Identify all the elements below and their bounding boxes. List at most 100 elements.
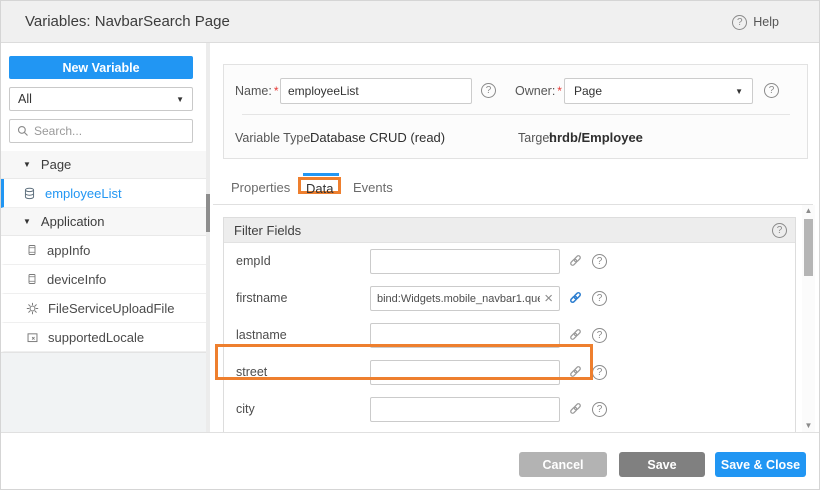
sidebar-scrollbar-track[interactable]	[206, 43, 210, 432]
content-scrollbar[interactable]: ▲ ▼	[802, 205, 815, 432]
owner-help-icon[interactable]: ?	[764, 83, 779, 98]
scrollbar-thumb[interactable]	[804, 219, 813, 276]
tab-data[interactable]: Data	[303, 171, 339, 205]
save-and-close-button[interactable]: Save & Close	[715, 452, 806, 477]
variable-filter-select[interactable]: All ▼	[9, 87, 193, 111]
bind-link-icon[interactable]	[568, 253, 584, 269]
help-label: Help	[753, 15, 779, 29]
filter-fields-header: Filter Fields ?	[224, 218, 795, 243]
search-icon	[17, 125, 29, 137]
search-input[interactable]	[34, 124, 185, 138]
filter-field-input[interactable]	[370, 397, 560, 422]
filter-field-input[interactable]	[370, 360, 560, 385]
filter-field-label: lastname	[236, 317, 287, 354]
active-tab-indicator	[303, 173, 339, 176]
required-asterisk: *	[557, 84, 562, 98]
field-help-icon[interactable]: ?	[592, 402, 607, 417]
help-button[interactable]: ? Help	[732, 1, 779, 43]
locale-icon	[26, 331, 39, 344]
bind-link-icon[interactable]	[568, 364, 584, 380]
required-asterisk: *	[274, 84, 279, 98]
variables-dialog: Variables: NavbarSearch Page ? Help New …	[0, 0, 820, 490]
scroll-up-icon[interactable]: ▲	[802, 205, 815, 217]
sidebar-scrollbar-thumb[interactable]	[206, 194, 210, 232]
tab-properties[interactable]: Properties	[231, 171, 290, 205]
caret-down-icon: ▼	[23, 217, 31, 226]
field-help-icon[interactable]: ?	[592, 254, 607, 269]
filter-field-label: street	[236, 354, 267, 391]
tree-item-label: supportedLocale	[48, 330, 144, 345]
save-button[interactable]: Save	[619, 452, 705, 477]
divider	[242, 114, 790, 115]
bind-expression-value: bind:Widgets.mobile_navbar1.query	[377, 293, 540, 305]
filter-field-input[interactable]	[370, 323, 560, 348]
filter-fields-help-icon[interactable]: ?	[772, 223, 787, 238]
tree-item-label: FileServiceUploadFile	[48, 301, 174, 316]
filter-fields-title: Filter Fields	[234, 223, 301, 238]
tab-bar: Properties Data Events	[213, 171, 813, 205]
filter-field-label: empId	[236, 243, 271, 280]
tree-item-appinfo[interactable]: appInfo	[1, 236, 206, 265]
data-tab-highlight-box: Data	[298, 177, 341, 194]
tree-group-label: Page	[41, 157, 71, 172]
filter-row-city: city ?	[224, 391, 795, 428]
filter-field-input[interactable]	[370, 249, 560, 274]
filter-field-label: firstname	[236, 280, 287, 317]
dialog-footer: Cancel Save Save & Close	[1, 432, 820, 490]
owner-label: Owner:*	[515, 78, 562, 104]
filter-row-firstname: firstname bind:Widgets.mobile_navbar1.qu…	[224, 280, 795, 317]
variable-type-label: Variable Type:	[235, 125, 314, 151]
tree-item-label: deviceInfo	[47, 272, 106, 287]
name-label: Name:*	[235, 78, 279, 104]
variable-type-value: Database CRUD (read)	[310, 125, 445, 151]
new-variable-button[interactable]: New Variable	[9, 56, 193, 79]
filter-fields-panel: Filter Fields ? empId ? firstname bind:W…	[223, 217, 796, 432]
owner-select-value: Page	[574, 84, 602, 98]
owner-select[interactable]: Page ▼	[564, 78, 753, 104]
dialog-title: Variables: NavbarSearch Page	[25, 1, 230, 43]
scroll-down-icon[interactable]: ▼	[802, 420, 815, 432]
device-icon	[26, 244, 38, 256]
filter-row-empid: empId ?	[224, 243, 795, 280]
bind-link-icon[interactable]	[568, 401, 584, 417]
field-help-icon[interactable]: ?	[592, 291, 607, 306]
filter-select-value: All	[18, 92, 32, 106]
tree-item-label: appInfo	[47, 243, 90, 258]
variable-search-box[interactable]	[9, 119, 193, 143]
name-input[interactable]	[280, 78, 472, 104]
tree-item-deviceinfo[interactable]: deviceInfo	[1, 265, 206, 294]
tree-item-fileserviceuploadfile[interactable]: FileServiceUploadFile	[1, 294, 206, 323]
tab-events[interactable]: Events	[353, 171, 393, 205]
chevron-down-icon: ▼	[735, 87, 743, 96]
filter-field-label: city	[236, 391, 255, 428]
tree-item-employeelist[interactable]: employeeList	[1, 179, 206, 208]
bind-link-icon-active[interactable]	[568, 290, 584, 306]
tree-item-supportedlocale[interactable]: supportedLocale	[1, 323, 206, 352]
variable-info-panel: Name:* ? Owner:* Page ▼ ? Variable Type:…	[223, 64, 808, 159]
filter-row-lastname: lastname ?	[224, 317, 795, 354]
name-help-icon[interactable]: ?	[481, 83, 496, 98]
dialog-header: Variables: NavbarSearch Page ? Help	[1, 1, 820, 43]
clear-binding-icon[interactable]: ×	[540, 291, 553, 306]
tree-item-label: employeeList	[45, 186, 122, 201]
filter-field-input[interactable]: bind:Widgets.mobile_navbar1.query ×	[370, 286, 560, 311]
gear-icon	[26, 302, 39, 315]
bind-link-icon[interactable]	[568, 327, 584, 343]
help-circle-icon: ?	[732, 15, 747, 30]
variable-detail-pane: Name:* ? Owner:* Page ▼ ? Variable Type:…	[213, 43, 820, 432]
sidebar-filler	[1, 352, 206, 432]
caret-down-icon: ▼	[23, 160, 31, 169]
cancel-button[interactable]: Cancel	[519, 452, 607, 477]
field-help-icon[interactable]: ?	[592, 365, 607, 380]
filter-row-street: street ?	[224, 354, 795, 391]
chevron-down-icon: ▼	[176, 95, 184, 104]
tree-group-page[interactable]: ▼ Page	[1, 151, 206, 179]
device-icon	[26, 273, 38, 285]
database-icon	[23, 187, 36, 200]
tree-group-application[interactable]: ▼ Application	[1, 208, 206, 236]
field-help-icon[interactable]: ?	[592, 328, 607, 343]
variables-tree: ▼ Page employeeList ▼ Application	[1, 151, 206, 352]
tree-group-label: Application	[41, 214, 105, 229]
target-value: hrdb/Employee	[549, 125, 643, 151]
variables-sidebar: New Variable All ▼ ▼ Page	[1, 43, 213, 432]
